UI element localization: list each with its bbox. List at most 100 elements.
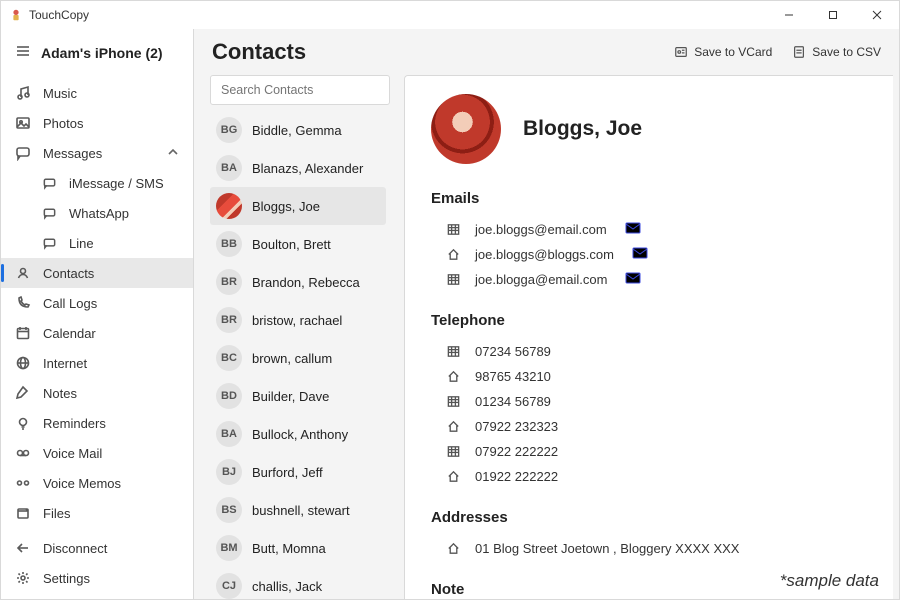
data-value: 01 Blog Street Joetown , Bloggery XXXX X… [475, 541, 739, 556]
section-title-addresses: Addresses [431, 509, 867, 526]
data-value: 07922 222222 [475, 444, 558, 459]
main-header: Contacts Save to VCard Save to CSV [194, 29, 899, 75]
contact-item[interactable]: BRBrandon, Rebecca [210, 263, 386, 301]
contact-item[interactable]: CJchallis, Jack [210, 567, 386, 599]
main-body: BGBiddle, GemmaBABlanazs, AlexanderBlogg… [194, 75, 899, 599]
sidebar: Adam's iPhone (2) Music Photos Messages iMe… [1, 29, 193, 599]
music-icon [15, 85, 31, 101]
sidebar-item-label: Photos [43, 116, 83, 131]
work-icon [445, 344, 461, 359]
contact-item-name: Bullock, Anthony [252, 427, 348, 442]
save-vcard-label: Save to VCard [694, 45, 772, 59]
gear-icon [15, 570, 31, 586]
avatar: BR [216, 269, 242, 295]
sidebar-item-photos[interactable]: Photos [1, 108, 193, 138]
data-value: joe.bloggs@email.com [475, 222, 607, 237]
contact-name: Bloggs, Joe [523, 117, 642, 141]
data-row: 98765 43210 [431, 364, 867, 389]
contact-item[interactable]: BABlanazs, Alexander [210, 149, 386, 187]
save-vcard-button[interactable]: Save to VCard [674, 45, 772, 59]
sidebar-item-messages[interactable]: Messages [1, 138, 193, 168]
chevron-up-icon [167, 146, 181, 160]
sidebar-footer-disconnect[interactable]: Disconnect [1, 533, 193, 563]
avatar: BD [216, 383, 242, 409]
work-icon [445, 394, 461, 409]
contact-item-name: brown, callum [252, 351, 332, 366]
sidebar-subitem-line[interactable]: Line [1, 228, 193, 258]
section-title-emails: Emails [431, 190, 867, 207]
contact-item-name: Burford, Jeff [252, 465, 323, 480]
avatar: BS [216, 497, 242, 523]
contact-item[interactable]: BMButt, Momna [210, 529, 386, 567]
contact-item[interactable]: Bloggs, Joe [210, 187, 386, 225]
avatar: BB [216, 231, 242, 257]
search-box[interactable] [210, 75, 390, 105]
sidebar-item-label: Calendar [43, 326, 96, 341]
contact-item[interactable]: BABullock, Anthony [210, 415, 386, 453]
sidebar-item-label: Disconnect [43, 541, 107, 556]
sidebar-item-voice-memos[interactable]: Voice Memos [1, 468, 193, 498]
sidebar-item-label: Music [43, 86, 77, 101]
sidebar-item-label: WhatsApp [69, 206, 129, 221]
data-row: joe.blogga@email.com [431, 267, 867, 292]
chat-icon [41, 236, 57, 251]
sidebar-item-label: Voice Memos [43, 476, 121, 491]
contact-item[interactable]: BGBiddle, Gemma [210, 111, 386, 149]
data-value: 01922 222222 [475, 469, 558, 484]
arrow-left-icon [15, 540, 31, 556]
search-input[interactable] [219, 82, 381, 98]
home-icon [445, 419, 461, 434]
device-row[interactable]: Adam's iPhone (2) [1, 29, 193, 78]
globe-icon [15, 355, 31, 371]
contact-detail: Bloggs, Joe Emails joe.bloggs@email.comj… [404, 75, 893, 599]
data-row: joe.bloggs@email.com [431, 217, 867, 242]
sidebar-item-notes[interactable]: Notes [1, 378, 193, 408]
minimize-button[interactable] [767, 1, 811, 29]
contact-item[interactable]: BBBoulton, Brett [210, 225, 386, 263]
sidebar-item-internet[interactable]: Internet [1, 348, 193, 378]
contact-item[interactable]: BSbushnell, stewart [210, 491, 386, 529]
work-icon [445, 444, 461, 459]
sidebar-item-files[interactable]: Files [1, 498, 193, 528]
sidebar-item-label: Call Logs [43, 296, 97, 311]
sidebar-item-label: Reminders [43, 416, 106, 431]
sidebar-item-label: Messages [43, 146, 102, 161]
hamburger-icon[interactable] [15, 43, 31, 62]
note-section: Note [431, 581, 867, 598]
sidebar-item-contacts[interactable]: Contacts [1, 258, 193, 288]
memo-icon [15, 475, 31, 491]
data-value: 07922 232323 [475, 419, 558, 434]
save-csv-button[interactable]: Save to CSV [792, 45, 881, 59]
sidebar-footer-settings[interactable]: Settings [1, 563, 193, 593]
sidebar-item-voice-mail[interactable]: Voice Mail [1, 438, 193, 468]
sidebar-item-label: Notes [43, 386, 77, 401]
voicemail-icon [15, 445, 31, 461]
sidebar-item-reminders[interactable]: Reminders [1, 408, 193, 438]
data-value: 98765 43210 [475, 369, 551, 384]
contact-list[interactable]: BGBiddle, GemmaBABlanazs, AlexanderBlogg… [210, 111, 390, 599]
sidebar-item-label: Contacts [43, 266, 94, 281]
photos-icon [15, 115, 31, 131]
close-button[interactable] [855, 1, 899, 29]
sidebar-subitem-imessage-sms[interactable]: iMessage / SMS [1, 168, 193, 198]
contact-item[interactable]: BRbristow, rachael [210, 301, 386, 339]
contact-item-name: Butt, Momna [252, 541, 326, 556]
section-title-telephone: Telephone [431, 312, 867, 329]
envelope-icon[interactable] [625, 272, 641, 287]
sidebar-item-music[interactable]: Music [1, 78, 193, 108]
avatar: BG [216, 117, 242, 143]
sidebar-item-call-logs[interactable]: Call Logs [1, 288, 193, 318]
data-value: 07234 56789 [475, 344, 551, 359]
envelope-icon[interactable] [632, 247, 648, 262]
envelope-icon[interactable] [625, 222, 641, 237]
contact-item[interactable]: BDBuilder, Dave [210, 377, 386, 415]
contact-item[interactable]: BJBurford, Jeff [210, 453, 386, 491]
sidebar-item-calendar[interactable]: Calendar [1, 318, 193, 348]
contact-item[interactable]: BCbrown, callum [210, 339, 386, 377]
bulb-icon [15, 415, 31, 431]
emails-section: Emails joe.bloggs@email.comjoe.bloggs@bl… [431, 190, 867, 292]
maximize-button[interactable] [811, 1, 855, 29]
contact-column: BGBiddle, GemmaBABlanazs, AlexanderBlogg… [210, 75, 390, 599]
app-icon [9, 8, 23, 22]
sidebar-subitem-whatsapp[interactable]: WhatsApp [1, 198, 193, 228]
